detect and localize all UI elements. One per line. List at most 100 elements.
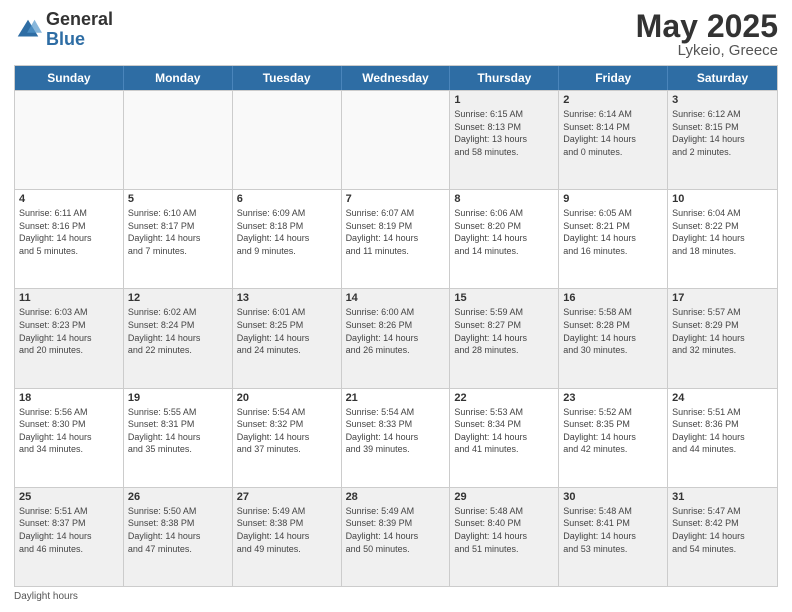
- day-number: 20: [237, 392, 337, 404]
- day-number: 26: [128, 491, 228, 503]
- day-cell-3: 3 Sunrise: 6:12 AM Sunset: 8:15 PM Daylig…: [668, 91, 777, 189]
- day-detail: Sunrise: 5:52 AM Sunset: 8:35 PM Dayligh…: [563, 406, 663, 456]
- day-detail: Sunrise: 5:50 AM Sunset: 8:38 PM Dayligh…: [128, 505, 228, 555]
- day-cell-31: 31 Sunrise: 5:47 AM Sunset: 8:42 PM Dayli…: [668, 488, 777, 586]
- day-cell-23: 23 Sunrise: 5:52 AM Sunset: 8:35 PM Dayli…: [559, 389, 668, 487]
- logo-blue: Blue: [46, 30, 113, 50]
- day-cell-5: 5Sunrise: 6:10 AM Sunset: 8:17 PM Daylig…: [124, 190, 233, 288]
- day-detail: Sunrise: 5:48 AM Sunset: 8:41 PM Dayligh…: [563, 505, 663, 555]
- day-number: 4: [19, 193, 119, 205]
- title-month: May 2025: [636, 10, 778, 42]
- day-cell-19: 19 Sunrise: 5:55 AM Sunset: 8:31 PM Dayli…: [124, 389, 233, 487]
- day-detail: Sunrise: 5:47 AM Sunset: 8:42 PM Dayligh…: [672, 505, 773, 555]
- calendar-row-5: 25 Sunrise: 5:51 AM Sunset: 8:37 PM Dayli…: [15, 487, 777, 586]
- calendar-row-1: 1 Sunrise: 6:15 AM Sunset: 8:13 PM Daylig…: [15, 90, 777, 189]
- day-number: 24: [672, 392, 773, 404]
- day-cell-9: 9 Sunrise: 6:05 AM Sunset: 8:21 PM Daylig…: [559, 190, 668, 288]
- day-cell-17: 17 Sunrise: 5:57 AM Sunset: 8:29 PM Dayli…: [668, 289, 777, 387]
- day-number: 10: [672, 193, 773, 205]
- day-cell-1: 1 Sunrise: 6:15 AM Sunset: 8:13 PM Daylig…: [450, 91, 559, 189]
- header: General Blue May 2025 Lykeio, Greece: [14, 10, 778, 59]
- day-number: 11: [19, 292, 119, 304]
- day-detail: Sunrise: 5:49 AM Sunset: 8:38 PM Dayligh…: [237, 505, 337, 555]
- day-cell-22: 22Sunrise: 5:53 AM Sunset: 8:34 PM Dayli…: [450, 389, 559, 487]
- day-detail: Sunrise: 6:12 AM Sunset: 8:15 PM Dayligh…: [672, 108, 773, 158]
- day-detail: Sunrise: 6:04 AM Sunset: 8:22 PM Dayligh…: [672, 207, 773, 257]
- day-detail: Sunrise: 5:59 AM Sunset: 8:27 PM Dayligh…: [454, 306, 554, 356]
- day-detail: Sunrise: 6:15 AM Sunset: 8:13 PM Dayligh…: [454, 108, 554, 158]
- day-detail: Sunrise: 5:55 AM Sunset: 8:31 PM Dayligh…: [128, 406, 228, 456]
- day-detail: Sunrise: 6:07 AM Sunset: 8:19 PM Dayligh…: [346, 207, 446, 257]
- day-detail: Sunrise: 6:03 AM Sunset: 8:23 PM Dayligh…: [19, 306, 119, 356]
- day-detail: Sunrise: 5:51 AM Sunset: 8:37 PM Dayligh…: [19, 505, 119, 555]
- logo-general: General: [46, 10, 113, 30]
- logo: General Blue: [14, 10, 113, 50]
- day-number: 17: [672, 292, 773, 304]
- day-number: 27: [237, 491, 337, 503]
- day-cell-26: 26 Sunrise: 5:50 AM Sunset: 8:38 PM Dayli…: [124, 488, 233, 586]
- day-detail: Sunrise: 5:57 AM Sunset: 8:29 PM Dayligh…: [672, 306, 773, 356]
- calendar-row-2: 4Sunrise: 6:11 AM Sunset: 8:16 PM Daylig…: [15, 189, 777, 288]
- day-detail: Sunrise: 5:54 AM Sunset: 8:33 PM Dayligh…: [346, 406, 446, 456]
- day-number: 18: [19, 392, 119, 404]
- day-detail: Sunrise: 5:48 AM Sunset: 8:40 PM Dayligh…: [454, 505, 554, 555]
- day-cell-28: 28 Sunrise: 5:49 AM Sunset: 8:39 PM Dayli…: [342, 488, 451, 586]
- day-detail: Sunrise: 6:09 AM Sunset: 8:18 PM Dayligh…: [237, 207, 337, 257]
- day-cell-11: 11 Sunrise: 6:03 AM Sunset: 8:23 PM Dayli…: [15, 289, 124, 387]
- day-detail: Sunrise: 5:49 AM Sunset: 8:39 PM Dayligh…: [346, 505, 446, 555]
- day-of-week-friday: Friday: [559, 66, 668, 90]
- empty-cell: [342, 91, 451, 189]
- day-detail: Sunrise: 6:06 AM Sunset: 8:20 PM Dayligh…: [454, 207, 554, 257]
- day-number: 19: [128, 392, 228, 404]
- day-cell-29: 29 Sunrise: 5:48 AM Sunset: 8:40 PM Dayli…: [450, 488, 559, 586]
- day-number: 29: [454, 491, 554, 503]
- logo-icon: [14, 16, 42, 44]
- day-cell-13: 13 Sunrise: 6:01 AM Sunset: 8:25 PM Dayli…: [233, 289, 342, 387]
- day-cell-2: 2 Sunrise: 6:14 AM Sunset: 8:14 PM Daylig…: [559, 91, 668, 189]
- day-cell-25: 25 Sunrise: 5:51 AM Sunset: 8:37 PM Dayli…: [15, 488, 124, 586]
- day-number: 30: [563, 491, 663, 503]
- day-number: 7: [346, 193, 446, 205]
- day-number: 3: [672, 94, 773, 106]
- day-detail: Sunrise: 6:05 AM Sunset: 8:21 PM Dayligh…: [563, 207, 663, 257]
- day-number: 28: [346, 491, 446, 503]
- day-number: 31: [672, 491, 773, 503]
- day-detail: Sunrise: 5:54 AM Sunset: 8:32 PM Dayligh…: [237, 406, 337, 456]
- calendar-row-3: 11 Sunrise: 6:03 AM Sunset: 8:23 PM Dayli…: [15, 288, 777, 387]
- day-detail: Sunrise: 5:53 AM Sunset: 8:34 PM Dayligh…: [454, 406, 554, 456]
- day-number: 2: [563, 94, 663, 106]
- logo-text: General Blue: [46, 10, 113, 50]
- day-of-week-tuesday: Tuesday: [233, 66, 342, 90]
- day-detail: Sunrise: 6:00 AM Sunset: 8:26 PM Dayligh…: [346, 306, 446, 356]
- day-number: 1: [454, 94, 554, 106]
- calendar-body: 1 Sunrise: 6:15 AM Sunset: 8:13 PM Daylig…: [15, 90, 777, 586]
- day-number: 23: [563, 392, 663, 404]
- day-number: 9: [563, 193, 663, 205]
- day-detail: Sunrise: 6:14 AM Sunset: 8:14 PM Dayligh…: [563, 108, 663, 158]
- day-number: 25: [19, 491, 119, 503]
- day-of-week-saturday: Saturday: [668, 66, 777, 90]
- day-of-week-wednesday: Wednesday: [342, 66, 451, 90]
- calendar-row-4: 18 Sunrise: 5:56 AM Sunset: 8:30 PM Dayli…: [15, 388, 777, 487]
- day-cell-16: 16 Sunrise: 5:58 AM Sunset: 8:28 PM Dayli…: [559, 289, 668, 387]
- day-number: 16: [563, 292, 663, 304]
- day-number: 6: [237, 193, 337, 205]
- day-number: 8: [454, 193, 554, 205]
- page: General Blue May 2025 Lykeio, Greece Sun…: [0, 0, 792, 612]
- footer-note: Daylight hours: [14, 591, 778, 602]
- day-detail: Sunrise: 5:58 AM Sunset: 8:28 PM Dayligh…: [563, 306, 663, 356]
- day-cell-30: 30 Sunrise: 5:48 AM Sunset: 8:41 PM Dayli…: [559, 488, 668, 586]
- day-cell-10: 10 Sunrise: 6:04 AM Sunset: 8:22 PM Dayli…: [668, 190, 777, 288]
- day-detail: Sunrise: 6:10 AM Sunset: 8:17 PM Dayligh…: [128, 207, 228, 257]
- day-number: 12: [128, 292, 228, 304]
- day-number: 13: [237, 292, 337, 304]
- day-detail: Sunrise: 6:01 AM Sunset: 8:25 PM Dayligh…: [237, 306, 337, 356]
- day-detail: Sunrise: 5:51 AM Sunset: 8:36 PM Dayligh…: [672, 406, 773, 456]
- day-detail: Sunrise: 5:56 AM Sunset: 8:30 PM Dayligh…: [19, 406, 119, 456]
- day-number: 21: [346, 392, 446, 404]
- title-block: May 2025 Lykeio, Greece: [636, 10, 778, 59]
- day-cell-6: 6 Sunrise: 6:09 AM Sunset: 8:18 PM Daylig…: [233, 190, 342, 288]
- day-cell-20: 20 Sunrise: 5:54 AM Sunset: 8:32 PM Dayli…: [233, 389, 342, 487]
- day-cell-21: 21 Sunrise: 5:54 AM Sunset: 8:33 PM Dayli…: [342, 389, 451, 487]
- day-cell-8: 8 Sunrise: 6:06 AM Sunset: 8:20 PM Daylig…: [450, 190, 559, 288]
